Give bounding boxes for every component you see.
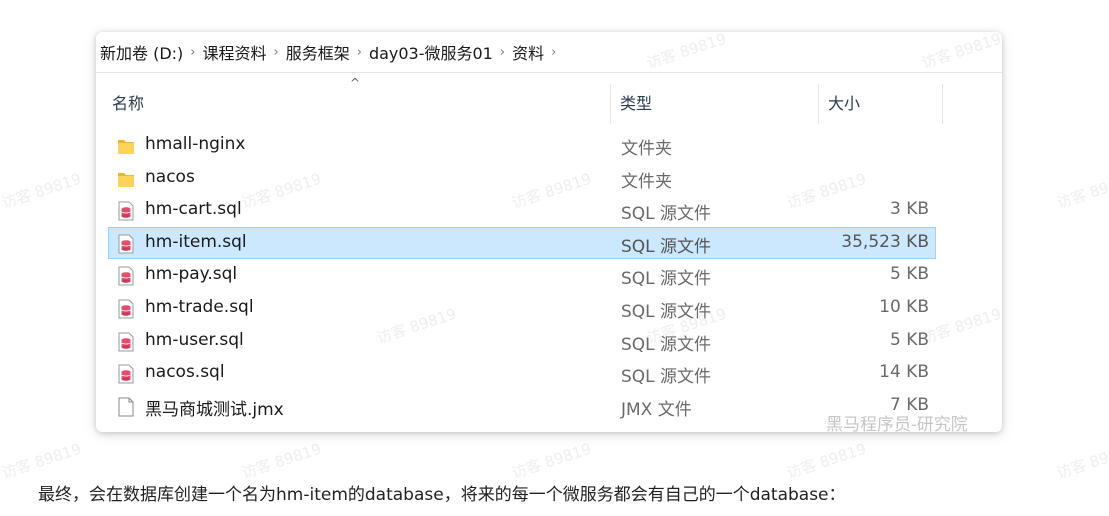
sql-file-icon — [117, 201, 135, 221]
file-name: hm-item.sql — [145, 231, 247, 252]
file-name: hm-cart.sql — [145, 199, 242, 220]
column-header-row: ^ 名称 类型 大小 — [96, 76, 1002, 124]
folder-icon — [117, 136, 135, 156]
column-divider[interactable] — [610, 84, 611, 124]
column-divider[interactable] — [942, 84, 943, 124]
file-type: 文件夹 — [621, 139, 672, 159]
sql-file-icon — [117, 234, 135, 254]
visitor-watermark: 访客 89819 — [784, 439, 869, 483]
file-explorer-window: 新加卷 (D:) › 课程资料 › 服务框架 › day03-微服务01 › 资… — [96, 32, 1002, 432]
visitor-watermark: 访客 89819 — [0, 439, 84, 483]
file-type: SQL 源文件 — [621, 302, 712, 322]
file-name: hm-user.sql — [145, 329, 244, 350]
file-name: nacos — [145, 166, 195, 187]
publisher-watermark: 黑马程序员-研究院 — [826, 415, 968, 435]
file-row[interactable]: nacos 文件夹 — [108, 162, 936, 194]
file-row-selected[interactable]: hm-item.sql SQL 源文件 35,523 KB — [108, 226, 936, 259]
file-name: hm-trade.sql — [145, 297, 254, 317]
file-row[interactable]: nacos.sql SQL 源文件 14 KB — [108, 357, 936, 389]
visitor-watermark: 访客 89819 — [0, 169, 84, 213]
file-type: SQL 源文件 — [621, 204, 712, 225]
column-header-name[interactable]: 名称 — [112, 80, 144, 124]
sql-file-icon — [117, 332, 135, 352]
visitor-watermark: 访客 89819 — [1054, 169, 1109, 213]
file-size: 14 KB — [879, 362, 929, 383]
file-size: 5 KB — [889, 329, 929, 350]
file-type: 文件夹 — [621, 171, 672, 192]
folder-icon — [117, 169, 135, 189]
file-size: 3 KB — [889, 199, 929, 220]
visitor-watermark: 访客 89819 — [239, 439, 324, 483]
file-row[interactable]: hmall-nginx 文件夹 — [108, 129, 936, 161]
column-divider[interactable] — [818, 84, 819, 124]
blank-file-icon — [117, 397, 135, 417]
file-row[interactable]: 黑马商城测试.jmx JMX 文件 7 KB — [108, 390, 936, 422]
breadcrumb-item-day03[interactable]: day03-微服务01 — [369, 40, 493, 64]
file-name: hm-pay.sql — [145, 264, 238, 285]
chevron-right-icon: › — [273, 44, 279, 60]
breadcrumb: 新加卷 (D:) › 课程资料 › 服务框架 › day03-微服务01 › 资… — [96, 32, 1002, 73]
file-type: SQL 源文件 — [621, 236, 712, 257]
file-type: SQL 源文件 — [621, 334, 712, 355]
file-row[interactable]: hm-pay.sql SQL 源文件 5 KB — [108, 259, 936, 291]
file-size: 5 KB — [889, 264, 929, 285]
visitor-watermark: 访客 89819 — [509, 439, 594, 483]
file-row[interactable]: hm-cart.sql SQL 源文件 3 KB — [108, 194, 936, 226]
file-name: hmall-nginx — [145, 134, 246, 154]
sql-file-icon — [117, 299, 135, 319]
breadcrumb-item-materials[interactable]: 资料 — [512, 40, 544, 64]
chevron-right-icon: › — [356, 44, 362, 60]
sql-file-icon — [117, 364, 135, 384]
caption-text: 最终，会在数据库创建一个名为hm-item的database，将来的每一个微服务… — [38, 485, 846, 505]
file-type: JMX 文件 — [621, 399, 692, 420]
file-name: nacos.sql — [145, 362, 225, 383]
file-type: SQL 源文件 — [621, 367, 712, 388]
breadcrumb-item-framework[interactable]: 服务框架 — [286, 40, 350, 64]
file-size: 10 KB — [879, 297, 929, 317]
visitor-watermark: 访客 89819 — [1054, 439, 1109, 483]
chevron-right-icon: › — [190, 44, 196, 60]
column-header-size[interactable]: 大小 — [828, 80, 860, 124]
sql-file-icon — [117, 266, 135, 286]
chevron-right-icon: › — [499, 44, 506, 60]
column-header-type[interactable]: 类型 — [620, 80, 652, 124]
breadcrumb-item-course[interactable]: 课程资料 — [203, 40, 267, 64]
file-name: 黑马商城测试.jmx — [145, 399, 284, 420]
file-size: 35,523 KB — [841, 231, 929, 252]
breadcrumb-item-drive[interactable]: 新加卷 (D:) — [100, 40, 183, 64]
file-row[interactable]: hm-user.sql SQL 源文件 5 KB — [108, 325, 936, 357]
file-type: SQL 源文件 — [621, 269, 712, 290]
sort-ascending-icon: ^ — [350, 76, 361, 90]
chevron-right-icon[interactable]: › — [551, 45, 556, 60]
file-row[interactable]: hm-trade.sql SQL 源文件 10 KB — [108, 292, 936, 324]
